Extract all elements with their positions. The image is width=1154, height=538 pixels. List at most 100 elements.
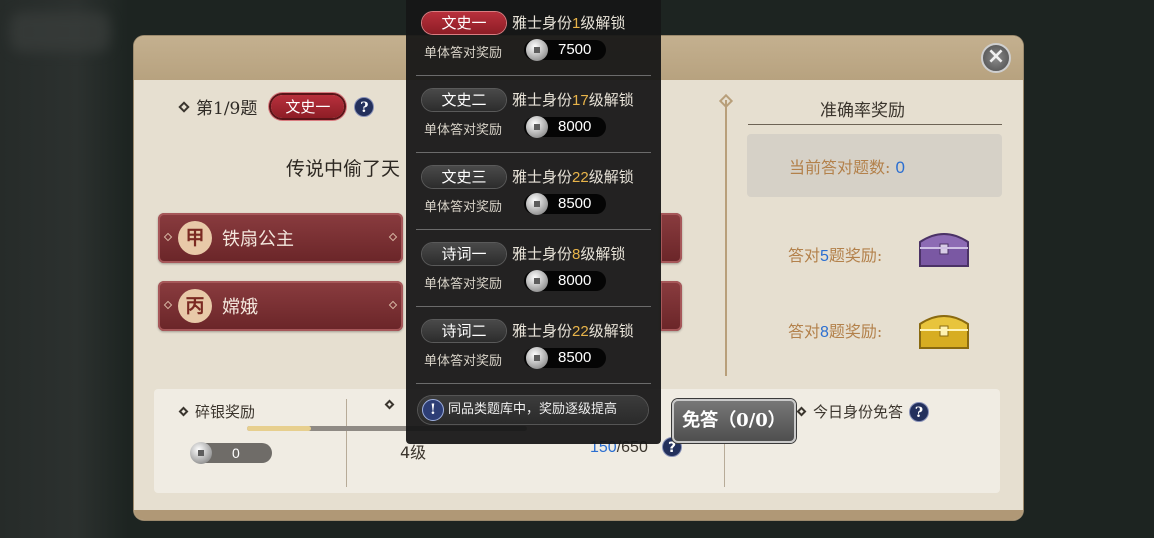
answer-label: 铁扇公主 [222, 229, 294, 250]
diamond-icon [384, 399, 395, 410]
milestone-count: 5 [820, 248, 829, 265]
category-chip[interactable]: 文史三 [422, 166, 506, 188]
reward-label: 单体答对奖励 [424, 123, 503, 138]
popup-row: 文史一 雅士身份1级解锁 单体答对奖励 7500 [406, 0, 661, 77]
answer-option-b-edge[interactable] [660, 213, 682, 263]
reward-pill: 7500 [524, 39, 606, 61]
reward-label: 单体答对奖励 [424, 354, 503, 369]
help-icon[interactable]: ? [354, 96, 375, 117]
silver-coin-icon [526, 270, 548, 292]
reward-pill: 8000 [524, 116, 606, 138]
reward-value: 8500 [558, 195, 592, 212]
milestone-prefix: 答对 [788, 246, 821, 265]
unlock-requirement: 雅士身份22级解锁 [512, 166, 634, 187]
info-icon: ! [422, 399, 444, 421]
answer-label: 嫦娥 [222, 297, 258, 318]
popup-row: 文史三 雅士身份22级解锁 单体答对奖励 8500 [406, 154, 661, 231]
reward-pill: 8500 [524, 193, 606, 215]
popup-row: 诗词二 雅士身份22级解锁 单体答对奖励 8500 [406, 308, 661, 385]
popup-row: 诗词一 雅士身份8级解锁 单体答对奖励 8000 [406, 231, 661, 308]
silver-coin-icon [190, 442, 212, 464]
diamond-icon [178, 406, 189, 417]
answer-option-d-edge[interactable] [660, 281, 682, 331]
popup-divider [416, 383, 651, 384]
panel-footer-bar [134, 510, 1023, 520]
free-answer-title: 今日身份免答 ? [796, 401, 930, 422]
tip-text: 同品类题库中，奖励逐级提高 [448, 402, 618, 417]
close-icon: × [986, 44, 1006, 69]
help-icon[interactable]: ? [909, 401, 930, 422]
background-left [0, 0, 128, 538]
category-chip[interactable]: 文史二 [422, 89, 506, 111]
popup-divider [416, 152, 651, 153]
background-blob [10, 12, 110, 52]
popup-divider [416, 75, 651, 76]
unlock-prefix: 雅士身份 [512, 322, 573, 340]
question-header: 第1/9题 文史一 ? [178, 94, 375, 119]
unlock-prefix: 雅士身份 [512, 14, 573, 32]
question-text: 传说中偷了天 [286, 158, 401, 180]
current-correct-value: 0 [895, 158, 905, 177]
milestone-suffix: 题奖励: [828, 246, 883, 265]
unlock-requirement: 雅士身份8级解锁 [512, 243, 625, 264]
reward-value: 7500 [558, 41, 592, 58]
vertical-divider [725, 100, 727, 376]
free-title-text: 今日身份免答 [813, 403, 904, 421]
category-tag[interactable]: 文史一 [271, 95, 345, 118]
unlock-suffix: 级解锁 [588, 168, 634, 186]
silver-title-text: 碎银奖励 [195, 403, 256, 421]
category-chip[interactable]: 文史一 [422, 12, 506, 34]
category-chip[interactable]: 诗词一 [422, 243, 506, 265]
diamond-icon [178, 100, 190, 113]
reward-label: 单体答对奖励 [424, 277, 503, 292]
unlock-level: 17 [572, 92, 589, 109]
unlock-suffix: 级解锁 [580, 245, 626, 263]
popup-row: 文史二 雅士身份17级解锁 单体答对奖励 8000 [406, 77, 661, 154]
unlock-suffix: 级解锁 [588, 322, 634, 340]
section-divider [346, 399, 347, 487]
close-button[interactable]: × [981, 43, 1011, 73]
answer-option-a[interactable]: 甲 铁扇公主 [158, 213, 403, 263]
ornament-icon [163, 232, 173, 242]
gold-chest-icon[interactable] [914, 306, 974, 354]
purple-chest-icon[interactable] [914, 224, 974, 272]
unlock-suffix: 级解锁 [588, 91, 634, 109]
category-chip[interactable]: 诗词二 [422, 320, 506, 342]
popup-divider [416, 306, 651, 307]
unlock-prefix: 雅士身份 [512, 91, 573, 109]
answer-option-c[interactable]: 丙 嫦娥 [158, 281, 403, 331]
unlock-suffix: 级解锁 [580, 14, 626, 32]
ornament-icon [163, 300, 173, 310]
unlock-requirement: 雅士身份17级解锁 [512, 89, 634, 110]
diamond-icon [796, 406, 807, 417]
reward-pill: 8500 [524, 347, 606, 369]
accuracy-reward-title: 准确率奖励 [820, 101, 905, 121]
reward-value: 8500 [558, 349, 592, 366]
milestone-count: 8 [820, 324, 829, 341]
popup-tip: ! 同品类题库中，奖励逐级提高 [418, 396, 648, 424]
free-answer-button[interactable]: 免答（0/0） [672, 399, 796, 443]
silver-reward-title: 碎银奖励 [178, 401, 256, 422]
reward-label: 单体答对奖励 [424, 200, 503, 215]
silver-value: 0 [232, 445, 240, 461]
reward-label: 单体答对奖励 [424, 46, 503, 61]
category-reward-popup: 文史一 雅士身份1级解锁 单体答对奖励 7500 文史二 雅士身份17级解锁 单… [406, 0, 661, 444]
unlock-level: 22 [572, 169, 589, 186]
reward-value: 8000 [558, 272, 592, 289]
silver-coin-icon [526, 116, 548, 138]
title-underline [748, 124, 1002, 125]
popup-divider [416, 229, 651, 230]
answer-badge: 丙 [178, 289, 212, 323]
silver-reward-bar: 0 [190, 442, 272, 464]
unlock-requirement: 雅士身份1级解锁 [512, 12, 625, 33]
ornament-icon [388, 300, 398, 310]
ornament-icon [388, 232, 398, 242]
reward-value: 8000 [558, 118, 592, 135]
unlock-prefix: 雅士身份 [512, 168, 573, 186]
silver-coin-icon [526, 347, 548, 369]
unlock-requirement: 雅士身份22级解锁 [512, 320, 634, 341]
silver-coin-icon [526, 39, 548, 61]
level-progress-fill [247, 426, 312, 431]
question-index: 第1/9题 [196, 99, 258, 119]
milestone-prefix: 答对 [788, 322, 821, 341]
